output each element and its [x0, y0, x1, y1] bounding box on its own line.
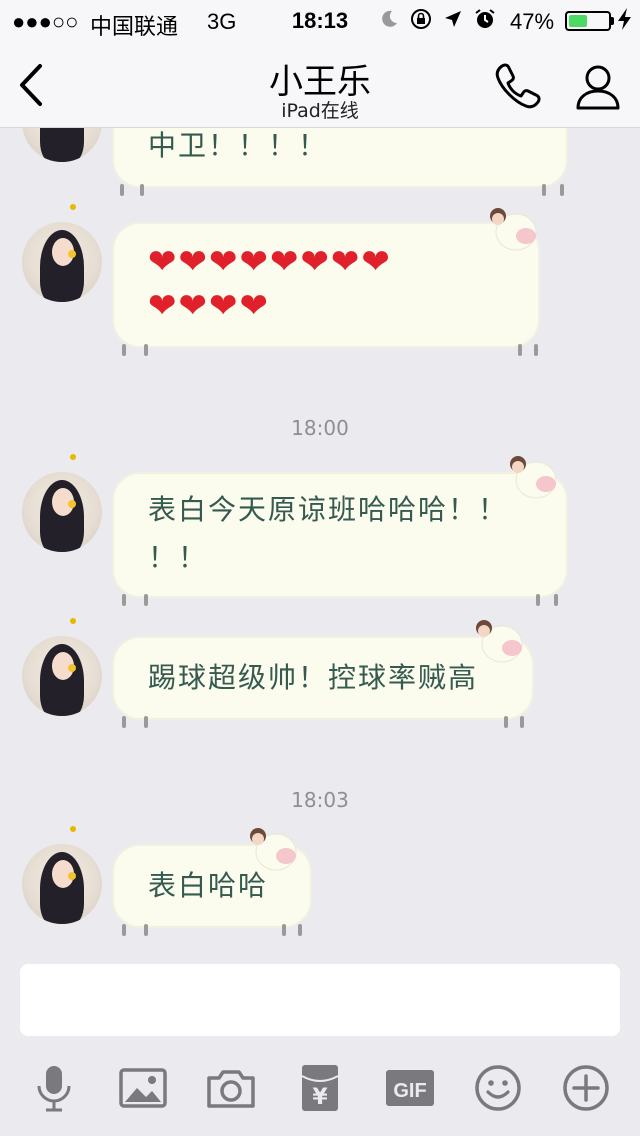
avatar-flower	[68, 500, 76, 508]
person-icon	[576, 65, 620, 110]
sheep-leg	[282, 924, 286, 936]
charging-bolt-icon	[618, 8, 632, 36]
sheep-leg	[122, 594, 126, 606]
red-packet-button[interactable]: ¥	[294, 1062, 346, 1114]
message-bubble[interactable]: 表白今天原谅班哈哈哈！！ ！！	[114, 474, 566, 606]
sheep-leg	[504, 716, 508, 728]
status-icons	[378, 8, 496, 30]
sheep-leg	[560, 184, 564, 196]
message-bubble[interactable]: 中卫！！！！	[114, 128, 566, 196]
message-timestamp: 18:00	[291, 416, 349, 440]
sheep-leg	[122, 924, 126, 936]
sheep-leg	[144, 716, 148, 728]
sheep-leg	[120, 184, 124, 196]
alarm-icon	[474, 8, 496, 30]
contact-avatar[interactable]	[22, 636, 102, 716]
microphone-icon	[37, 1066, 71, 1112]
sheep-leg	[144, 594, 148, 606]
message-input[interactable]	[20, 964, 620, 1036]
camera-button[interactable]	[205, 1062, 257, 1114]
heart-emoji-row: ❤❤❤❤❤❤❤❤ ❤❤❤❤	[148, 240, 528, 328]
avatar-flower	[68, 664, 76, 672]
camera-icon	[207, 1070, 255, 1108]
avatar-flower	[68, 250, 76, 258]
heart-emoji-line: ❤❤❤❤	[148, 286, 270, 326]
photo-button[interactable]	[117, 1062, 169, 1114]
sheep-head-decoration	[250, 828, 297, 871]
voice-button[interactable]	[28, 1062, 80, 1114]
sheep-leg	[534, 344, 538, 356]
message-timestamp: 18:03	[291, 788, 349, 812]
sheep-leg	[122, 716, 126, 728]
battery-level-fill	[569, 15, 587, 27]
profile-button[interactable]	[570, 58, 626, 114]
avatar-decoration-star	[70, 204, 76, 210]
message-text: 中卫！！！！	[148, 129, 329, 162]
rotation-lock-icon	[410, 8, 432, 30]
contact-avatar[interactable]	[22, 222, 102, 302]
sheep-leg	[298, 924, 302, 936]
gif-label: GIF	[393, 1080, 426, 1102]
image-icon	[119, 1068, 167, 1108]
message-text-line: ！！	[148, 541, 209, 574]
sheep-leg	[140, 184, 144, 196]
contact-avatar[interactable]	[22, 472, 102, 552]
red-packet-icon: ¥	[301, 1065, 339, 1111]
avatar-decoration-star	[70, 826, 76, 832]
sheep-leg	[542, 184, 546, 196]
sheep-head-decoration	[476, 620, 523, 663]
avatar-decoration-star	[70, 454, 76, 460]
call-button[interactable]	[490, 58, 546, 114]
message-bubble[interactable]: ❤❤❤❤❤❤❤❤ ❤❤❤❤	[114, 224, 538, 356]
sheep-leg	[520, 716, 524, 728]
sheep-leg	[554, 594, 558, 606]
emoji-button[interactable]	[472, 1062, 524, 1114]
status-bar: ●●●○○ 中国联通 3G 18:13 47%	[0, 0, 640, 40]
avatar-hair	[40, 128, 84, 162]
sheep-leg	[536, 594, 540, 606]
sheep-leg	[518, 344, 522, 356]
sheep-leg	[144, 924, 148, 936]
red-packet-symbol: ¥	[312, 1085, 328, 1110]
phone-icon	[495, 63, 541, 109]
message-text-line: 表白今天原谅班哈哈哈！！	[148, 493, 509, 526]
message-text: 表白今天原谅班哈哈哈！！ ！！	[148, 486, 526, 582]
contact-avatar[interactable]	[22, 128, 102, 162]
gif-icon: GIF	[386, 1070, 434, 1106]
contact-avatar[interactable]	[22, 844, 102, 924]
battery-icon	[565, 11, 611, 31]
location-arrow-icon	[442, 8, 464, 30]
heart-emoji-line: ❤❤❤❤❤❤❤❤	[148, 242, 392, 282]
gif-button[interactable]: GIF	[384, 1062, 436, 1114]
avatar-flower	[68, 872, 76, 880]
more-button[interactable]	[560, 1062, 612, 1114]
sheep-head-decoration	[490, 208, 537, 251]
emoji-icon	[475, 1065, 521, 1111]
chat-screen: ●●●○○ 中国联通 3G 18:13 47% 小王乐 iPad在线 中卫！！！…	[0, 0, 640, 1136]
input-toolbar: ¥ GIF	[0, 1040, 640, 1136]
message-list[interactable]: 中卫！！！！ ❤❤❤❤❤❤❤❤ ❤❤❤❤ 18:00 表白今天原谅班哈哈哈！！ …	[0, 128, 640, 960]
sheep-head-decoration	[510, 456, 557, 499]
avatar-decoration-star	[70, 618, 76, 624]
navigation-bar: 小王乐 iPad在线	[0, 40, 640, 128]
plus-icon	[563, 1065, 609, 1111]
sheep-leg	[122, 344, 126, 356]
moon-icon	[378, 8, 400, 30]
battery-percentage: 47%	[510, 9, 555, 34]
sheep-leg	[144, 344, 148, 356]
battery-tip	[611, 17, 614, 25]
